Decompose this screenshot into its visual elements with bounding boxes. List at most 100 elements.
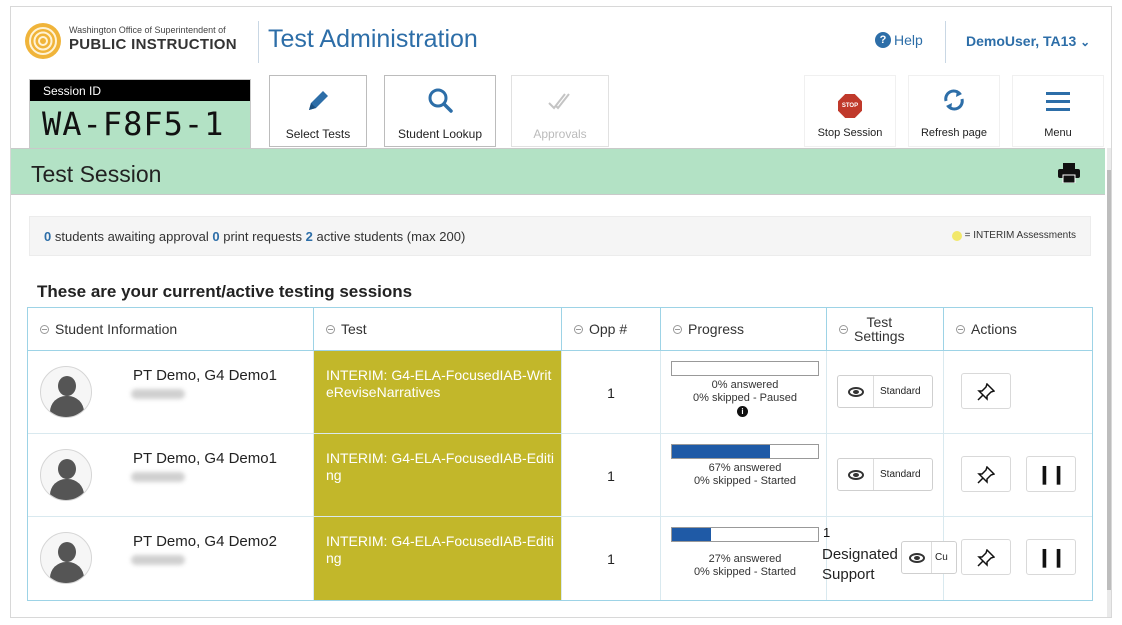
hamburger-icon	[1013, 86, 1103, 122]
refresh-page-label: Refresh page	[920, 127, 988, 139]
user-silhouette-icon	[40, 532, 92, 584]
print-requests-count[interactable]: 0	[212, 229, 219, 244]
interim-legend-label: = INTERIM Assessments	[964, 230, 1076, 241]
search-icon	[385, 86, 495, 122]
pause-button[interactable]: ❙❙	[1026, 539, 1076, 575]
eye-icon	[838, 376, 874, 407]
opp-number: 1	[607, 468, 615, 484]
user-silhouette-icon	[40, 366, 92, 418]
help-circle-icon: ?	[875, 32, 891, 48]
eye-icon	[838, 459, 874, 490]
org-name-big: PUBLIC INSTRUCTION	[69, 36, 237, 53]
table-row: PT Demo, G4 Demo2 INTERIM: G4-ELA-Focuse…	[28, 517, 1092, 600]
pin-icon	[977, 548, 996, 567]
student-name: PT Demo, G4 Demo1	[133, 367, 277, 384]
opp-number: 1	[607, 551, 615, 567]
page-scrollbar[interactable]	[1107, 148, 1111, 617]
test-name: INTERIM: G4-ELA-FocusedIAB-WriteReviseNa…	[326, 367, 552, 400]
app-title: Test Administration	[268, 25, 478, 53]
stop-sign-icon: STOP	[805, 86, 895, 122]
session-id-value: WA-F8F5-1	[42, 105, 225, 143]
user-name: DemoUser, TA13	[966, 33, 1077, 49]
session-id-box: Session ID WA-F8F5-1	[29, 79, 251, 149]
setting-label: Standard	[880, 386, 921, 397]
sort-icon	[956, 324, 965, 334]
pause-icon: ❙❙	[1036, 547, 1066, 567]
pencil-icon	[270, 86, 366, 122]
progress-fill	[672, 528, 712, 541]
column-header-student[interactable]: Student Information	[28, 308, 314, 350]
info-icon[interactable]: i	[737, 406, 748, 417]
test-name: INTERIM: G4-ELA-FocusedIAB-Editing	[326, 450, 554, 483]
scrollbar-thumb[interactable]	[1107, 170, 1111, 590]
opp-number: 1	[607, 385, 615, 401]
answered-text: 67% answered	[708, 462, 782, 474]
active-students-count[interactable]: 2	[306, 229, 313, 244]
session-id-label: Session ID	[30, 80, 250, 101]
answered-text: 0% answered	[711, 379, 779, 391]
settings-cell: Standard	[827, 434, 944, 516]
student-cell: PT Demo, G4 Demo2	[28, 517, 314, 600]
chevron-down-icon: ⌄	[1080, 35, 1091, 49]
column-header-progress[interactable]: Progress	[661, 308, 827, 350]
column-header-opp[interactable]: Opp #	[562, 308, 661, 350]
stop-session-button[interactable]: STOP Stop Session	[804, 75, 896, 147]
approvals-label: Approvals	[533, 127, 587, 141]
active-students-text: active students (max 200)	[312, 229, 466, 244]
pin-button[interactable]	[961, 373, 1011, 409]
opp-cell: 1	[562, 434, 661, 516]
table-row: PT Demo, G4 Demo1 INTERIM: G4-ELA-Focuse…	[28, 434, 1092, 517]
setting-label: Standard	[880, 469, 921, 480]
pin-icon	[977, 465, 996, 484]
table-row: PT Demo, G4 Demo1 INTERIM: G4-ELA-Focuse…	[28, 351, 1092, 434]
user-silhouette-icon	[40, 449, 92, 501]
pause-icon: ❙❙	[1036, 464, 1066, 484]
menu-button[interactable]: Menu	[1012, 75, 1104, 147]
test-cell: INTERIM: G4-ELA-FocusedIAB-Editing	[314, 434, 562, 516]
redacted-student-id	[131, 389, 185, 399]
interim-dot-icon	[951, 230, 962, 241]
help-link[interactable]: ? Help	[875, 32, 923, 48]
view-settings-button[interactable]: Standard	[837, 375, 933, 408]
column-header-test[interactable]: Test	[314, 308, 562, 350]
awaiting-approval-text: students awaiting approval	[51, 229, 213, 244]
student-lookup-label: Student Lookup	[397, 127, 483, 141]
print-requests-text: print requests	[219, 229, 306, 244]
test-name: INTERIM: G4-ELA-FocusedIAB-Editing	[326, 533, 554, 566]
ospi-logo	[25, 23, 61, 59]
refresh-page-button[interactable]: Refresh page	[908, 75, 1000, 147]
designated-support-label: Designated Support	[822, 546, 898, 583]
pin-button[interactable]	[961, 456, 1011, 492]
settings-cell: Standard	[827, 351, 944, 433]
progress-bar	[671, 527, 819, 542]
select-tests-button[interactable]: Select Tests	[269, 75, 367, 147]
page-title: Test Session	[31, 161, 162, 187]
column-header-actions[interactable]: Actions	[944, 308, 1092, 350]
eye-icon	[902, 542, 932, 573]
column-header-test-settings[interactable]: Test Settings	[827, 308, 944, 350]
view-settings-button[interactable]: Standard	[837, 458, 933, 491]
pause-button[interactable]: ❙❙	[1026, 456, 1076, 492]
sort-icon	[839, 324, 848, 334]
actions-cell: ❙❙	[944, 517, 1092, 600]
redacted-student-id	[131, 472, 185, 482]
pin-button[interactable]	[961, 539, 1011, 575]
user-menu[interactable]: DemoUser, TA13 ⌄	[966, 33, 1090, 49]
printer-icon[interactable]	[1058, 163, 1080, 184]
skipped-status-text: 0% skipped - Started	[693, 475, 797, 487]
pin-icon	[977, 382, 996, 401]
student-cell: PT Demo, G4 Demo1	[28, 351, 314, 433]
sort-icon	[326, 324, 335, 334]
student-name: PT Demo, G4 Demo1	[133, 450, 277, 467]
header-divider-2	[945, 21, 946, 63]
student-lookup-button[interactable]: Student Lookup	[384, 75, 496, 147]
progress-bar	[671, 444, 819, 459]
test-cell: INTERIM: G4-ELA-FocusedIAB-WriteReviseNa…	[314, 351, 562, 433]
table-header: Student Information Test Opp # Progress …	[28, 308, 1092, 351]
top-header: Washington Office of Superintendent of P…	[11, 7, 1111, 73]
progress-fill	[672, 445, 770, 458]
active-sessions-table: Student Information Test Opp # Progress …	[27, 307, 1093, 601]
student-cell: PT Demo, G4 Demo1	[28, 434, 314, 516]
approvals-button[interactable]: Approvals	[511, 75, 609, 147]
interim-legend: = INTERIM Assessments	[951, 230, 1076, 241]
